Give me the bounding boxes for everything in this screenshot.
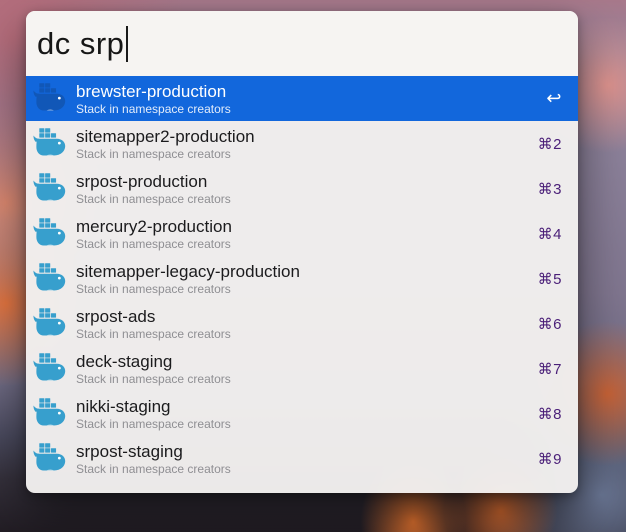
- result-subtitle: Stack in namespace creators: [76, 147, 255, 161]
- docker-whale-icon: [31, 215, 68, 252]
- text-caret: [126, 26, 128, 62]
- result-shortcut: ⌘2: [538, 135, 562, 153]
- result-title: mercury2-production: [76, 217, 232, 237]
- docker-whale-icon: [31, 395, 68, 432]
- launcher-window: dc srp brewster-production: [26, 11, 578, 493]
- result-subtitle: Stack in namespace creators: [76, 462, 231, 476]
- return-arrow-icon: ↩: [546, 88, 562, 109]
- result-text-block: deck-staging Stack in namespace creators: [76, 352, 231, 386]
- docker-whale-icon: [31, 305, 68, 342]
- result-text-block: srpost-production Stack in namespace cre…: [76, 172, 231, 206]
- result-row[interactable]: sitemapper2-production Stack in namespac…: [26, 121, 578, 166]
- docker-whale-icon: [31, 440, 68, 477]
- docker-whale-icon: [31, 80, 68, 117]
- search-input[interactable]: dc srp: [26, 11, 578, 76]
- result-shortcut: ⌘5: [538, 270, 562, 288]
- result-title: srpost-ads: [76, 307, 231, 327]
- docker-whale-icon: [31, 350, 68, 387]
- result-title: deck-staging: [76, 352, 231, 372]
- search-query-text: dc srp: [37, 26, 124, 62]
- result-shortcut: ⌘7: [538, 360, 562, 378]
- result-shortcut: ⌘4: [538, 225, 562, 243]
- docker-whale-icon: [31, 170, 68, 207]
- result-row[interactable]: srpost-ads Stack in namespace creators ⌘…: [26, 301, 578, 346]
- results-list: brewster-production Stack in namespace c…: [26, 76, 578, 481]
- result-text-block: sitemapper-legacy-production Stack in na…: [76, 262, 300, 296]
- result-shortcut: ⌘9: [538, 450, 562, 468]
- result-row[interactable]: srpost-staging Stack in namespace creato…: [26, 436, 578, 481]
- result-text-block: mercury2-production Stack in namespace c…: [76, 217, 232, 251]
- result-row[interactable]: sitemapper-legacy-production Stack in na…: [26, 256, 578, 301]
- result-subtitle: Stack in namespace creators: [76, 237, 232, 251]
- docker-whale-icon: [31, 125, 68, 162]
- result-title: nikki-staging: [76, 397, 231, 417]
- result-text-block: nikki-staging Stack in namespace creator…: [76, 397, 231, 431]
- result-shortcut: ⌘8: [538, 405, 562, 423]
- result-subtitle: Stack in namespace creators: [76, 417, 231, 431]
- result-row[interactable]: brewster-production Stack in namespace c…: [26, 76, 578, 121]
- result-row[interactable]: mercury2-production Stack in namespace c…: [26, 211, 578, 256]
- result-shortcut: ⌘6: [538, 315, 562, 333]
- result-shortcut: ⌘3: [538, 180, 562, 198]
- result-text-block: srpost-staging Stack in namespace creato…: [76, 442, 231, 476]
- result-title: brewster-production: [76, 82, 231, 102]
- result-text-block: srpost-ads Stack in namespace creators: [76, 307, 231, 341]
- result-subtitle: Stack in namespace creators: [76, 192, 231, 206]
- result-title: srpost-staging: [76, 442, 231, 462]
- result-subtitle: Stack in namespace creators: [76, 372, 231, 386]
- docker-whale-icon: [31, 260, 68, 297]
- result-subtitle: Stack in namespace creators: [76, 102, 231, 116]
- result-row[interactable]: srpost-production Stack in namespace cre…: [26, 166, 578, 211]
- result-title: srpost-production: [76, 172, 231, 192]
- result-title: sitemapper2-production: [76, 127, 255, 147]
- result-text-block: brewster-production Stack in namespace c…: [76, 82, 231, 116]
- result-row[interactable]: nikki-staging Stack in namespace creator…: [26, 391, 578, 436]
- result-text-block: sitemapper2-production Stack in namespac…: [76, 127, 255, 161]
- result-subtitle: Stack in namespace creators: [76, 327, 231, 341]
- result-subtitle: Stack in namespace creators: [76, 282, 300, 296]
- result-title: sitemapper-legacy-production: [76, 262, 300, 282]
- result-row[interactable]: deck-staging Stack in namespace creators…: [26, 346, 578, 391]
